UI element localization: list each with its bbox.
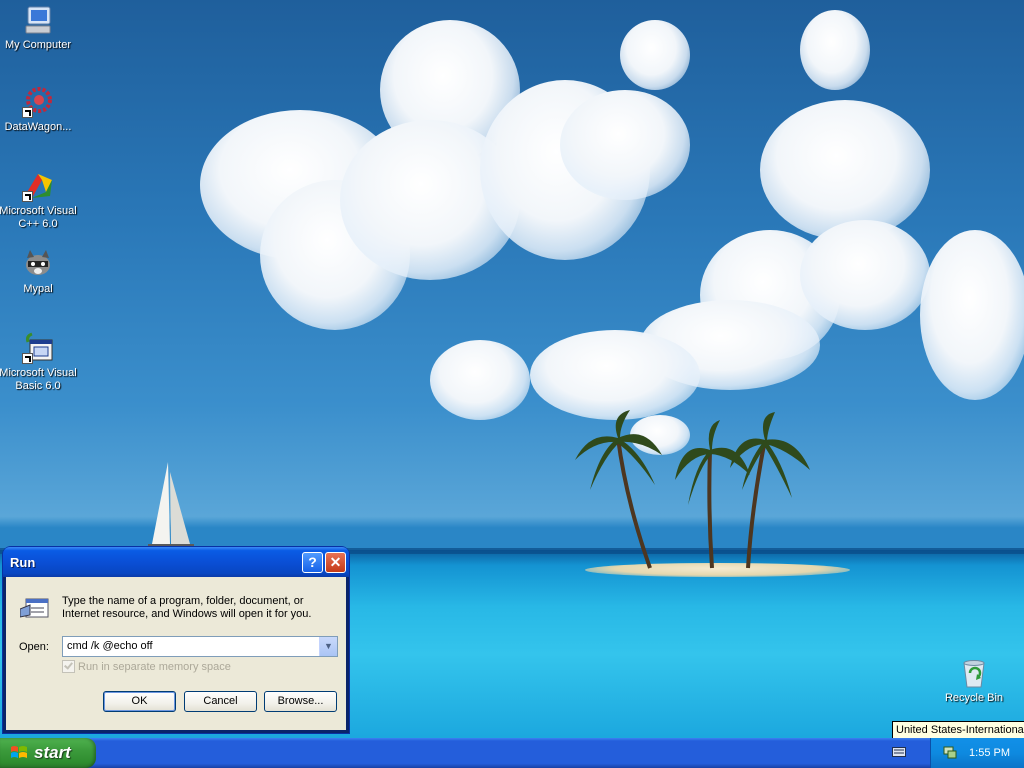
desktop-icon-recycle-bin[interactable]: Recycle Bin (934, 657, 1014, 705)
network-icon[interactable] (943, 745, 957, 759)
taskbar: start 1:55 PM (0, 738, 1024, 768)
start-label: start (34, 743, 71, 762)
run-dialog-body: Type the name of a program, folder, docu… (6, 577, 346, 730)
windows-logo-icon (11, 746, 27, 758)
cancel-button[interactable]: Cancel (184, 691, 257, 712)
close-button[interactable]: ✕ (325, 552, 346, 573)
shortcut-arrow-icon (22, 191, 33, 202)
desktop-icon-label: Recycle Bin (944, 692, 1004, 704)
run-dialog: Run ? ✕ Type the name of a program, fold… (3, 547, 349, 733)
desktop-icon-mypal[interactable]: Mypal (0, 248, 78, 296)
shortcut-arrow-icon (22, 353, 33, 364)
recycle-bin-icon (958, 657, 990, 689)
start-button[interactable]: start (0, 738, 96, 768)
open-combobox[interactable]: cmd /k @echo off ▼ (62, 636, 338, 657)
run-dialog-title: Run (10, 555, 36, 570)
palm-trees (575, 410, 810, 569)
ok-button[interactable]: OK (103, 691, 176, 712)
datawagon-icon (22, 86, 54, 118)
run-description: Type the name of a program, folder, docu… (62, 595, 312, 620)
clock[interactable]: 1:55 PM (969, 747, 1010, 759)
open-input[interactable]: cmd /k @echo off (67, 640, 153, 652)
system-tray: 1:55 PM (930, 738, 1024, 768)
shortcut-arrow-icon (22, 107, 33, 118)
cloud (560, 90, 690, 200)
raccoon-icon (22, 248, 54, 280)
sailboat (148, 462, 194, 548)
run-dialog-titlebar[interactable]: Run ? ✕ (3, 547, 349, 577)
browse-button[interactable]: Browse... (264, 691, 337, 712)
help-icon: ? (308, 554, 317, 570)
desktop-icon-label: Mypal (23, 283, 53, 295)
desktop-icon-visual-cpp[interactable]: Microsoft Visual C++ 6.0 (0, 170, 78, 231)
desktop-icon-label: DataWagon... (4, 121, 72, 133)
visual-basic-icon (22, 332, 54, 364)
desktop-icon-datawagon[interactable]: DataWagon... (0, 86, 78, 134)
desktop-icon-label: My Computer (4, 39, 72, 51)
computer-icon (22, 4, 54, 36)
separate-memory-label: Run in separate memory space (78, 661, 231, 673)
keyboard-icon[interactable] (892, 747, 906, 757)
cloud (800, 220, 930, 330)
visual-cpp-icon (22, 170, 54, 202)
help-button[interactable]: ? (302, 552, 323, 573)
cloud (800, 10, 870, 90)
open-label: Open: (19, 641, 49, 653)
cloud (430, 340, 530, 420)
cloud (760, 100, 930, 240)
chevron-down-icon[interactable]: ▼ (319, 637, 337, 656)
desktop-icon-visual-basic[interactable]: Microsoft Visual Basic 6.0 (0, 332, 78, 393)
close-icon: ✕ (329, 554, 342, 570)
desktop-icon-label: Microsoft Visual Basic 6.0 (0, 367, 77, 392)
cloud (920, 230, 1024, 400)
desktop-icon-my-computer[interactable]: My Computer (0, 4, 78, 52)
cloud (620, 20, 690, 90)
desktop-icon-label: Microsoft Visual C++ 6.0 (0, 205, 77, 230)
run-icon (20, 598, 49, 618)
cloud (530, 330, 700, 420)
separate-memory-checkbox[interactable] (62, 660, 75, 673)
